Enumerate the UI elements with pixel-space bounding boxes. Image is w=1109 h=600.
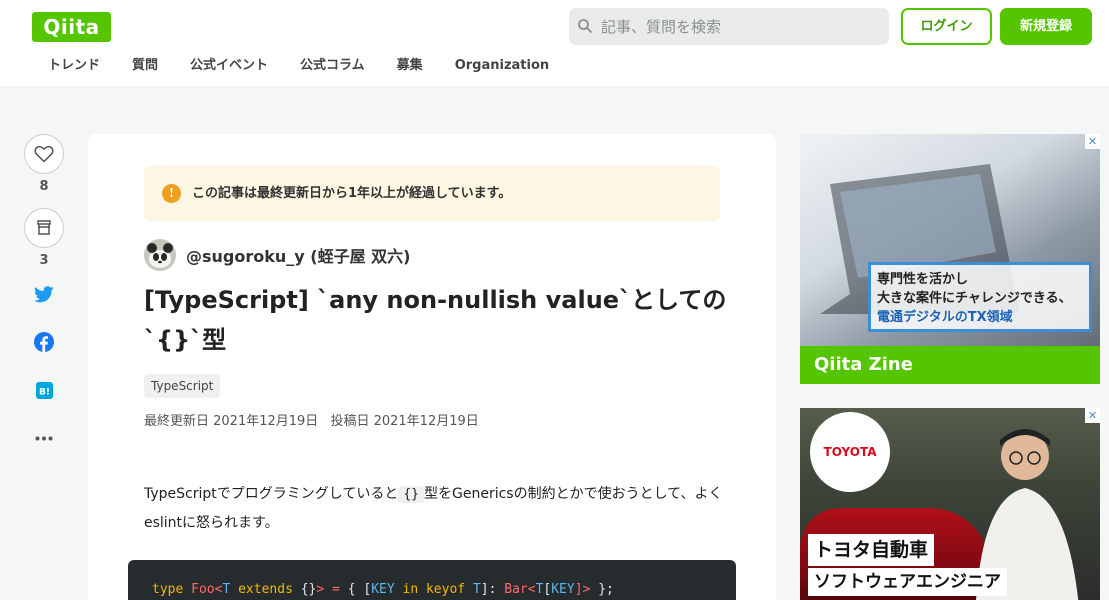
ad-banner-toyota[interactable]: TOYOTA ✕ トヨタ自動車 ソフトウェアエンジニア	[800, 408, 1100, 600]
article-dates: 最終更新日 2021年12月19日 投稿日 2021年12月19日	[144, 410, 487, 429]
signup-button[interactable]: 新規登録	[1000, 8, 1092, 45]
like-count: 8	[39, 179, 49, 194]
nav-official-columns[interactable]: 公式コラム	[284, 52, 381, 80]
code-token: KEY	[551, 582, 575, 597]
ad1-line-1: 専門性を活かし	[877, 272, 969, 287]
ad2-line-2: ソフトウェアエンジニア	[808, 568, 1007, 596]
avatar[interactable]	[144, 239, 176, 271]
toyota-logo: TOYOTA	[810, 412, 890, 492]
posted-date: 投稿日 2021年12月19日	[330, 414, 479, 429]
ad1-copy-box: 専門性を活かし 大きな案件にチャレンジできる、 電通デジタルのTX領域	[868, 262, 1092, 332]
svg-text:B!: B!	[39, 387, 50, 397]
updated-date: 最終更新日 2021年12月19日	[144, 414, 319, 429]
twitter-share[interactable]	[24, 282, 64, 306]
nav-questions[interactable]: 質問	[116, 52, 174, 80]
code-token: Foo	[191, 582, 215, 597]
search-icon	[578, 19, 592, 33]
nav-recruit[interactable]: 募集	[381, 52, 439, 80]
facebook-icon	[34, 332, 54, 352]
code-token: <	[527, 582, 536, 597]
twitter-icon	[34, 285, 54, 302]
stock-count: 3	[39, 253, 49, 268]
site-header: Qiita ログイン 新規登録 トレンド 質問 公式イベント 公式コラム 募集 …	[0, 0, 1109, 86]
code-token: {}	[300, 582, 317, 597]
main-nav: トレンド 質問 公式イベント 公式コラム 募集 Organization	[32, 52, 565, 80]
search-input[interactable]	[601, 8, 881, 45]
more-button[interactable]	[24, 426, 64, 450]
author-row[interactable]: @sugoroku_y (蛭子屋 双六)	[144, 238, 410, 272]
ad1-line-2: 大きな案件にチャレンジできる、	[877, 291, 1072, 306]
ad-close-icon[interactable]: ✕	[1085, 134, 1100, 149]
ad2-line-1: トヨタ自動車	[808, 534, 935, 566]
article-actions: 8 3 B!	[24, 134, 64, 474]
article-body-paragraph: TypeScriptでプログラミングしていると{} 型をGenericsの制約とか…	[144, 480, 734, 538]
code-token: Bar	[504, 582, 528, 597]
login-button[interactable]: ログイン	[901, 8, 992, 45]
ad-banner-dentsu[interactable]: ✕ 専門性を活かし 大きな案件にチャレンジできる、 電通デジタルのTX領域 Qi…	[800, 134, 1100, 384]
nav-trend[interactable]: トレンド	[32, 52, 116, 80]
code-token: KEY	[371, 582, 395, 597]
code-token: extends	[230, 582, 301, 597]
body-text-before: TypeScriptでプログラミングしていると	[144, 486, 399, 502]
code-block: type Foo<T extends {}> = { [KEY in keyof…	[128, 560, 736, 600]
nav-official-events[interactable]: 公式イベント	[174, 52, 284, 80]
more-icon	[35, 436, 53, 440]
qiita-zine-label: Qiita Zine	[800, 346, 1100, 384]
inline-code: {}	[398, 486, 424, 503]
author-name[interactable]: @sugoroku_y (蛭子屋 双六)	[186, 243, 410, 267]
notice-text: この記事は最終更新日から1年以上が経過しています。	[192, 186, 512, 201]
article-card: ! この記事は最終更新日から1年以上が経過しています。 @sugoroku_y …	[88, 134, 776, 600]
like-button[interactable]	[24, 134, 64, 174]
search-box[interactable]	[569, 8, 889, 45]
code-token: type	[152, 582, 192, 597]
article-title: [TypeScript] `any non-nullish value`としての…	[144, 286, 727, 354]
stock-button[interactable]	[24, 208, 64, 248]
code-token: ]>	[574, 582, 599, 597]
code-line: type Foo<T extends {}> = { [KEY in keyof…	[152, 582, 614, 597]
ad1-line-3: 電通デジタルのTX領域	[877, 310, 1013, 325]
nav-organization[interactable]: Organization	[439, 52, 565, 80]
ad2-close-icon[interactable]: ✕	[1085, 408, 1100, 423]
tag-typescript[interactable]: TypeScript	[144, 374, 221, 398]
code-token: { [	[347, 582, 372, 597]
code-token: > =	[316, 582, 348, 597]
panda-avatar-icon	[144, 239, 176, 271]
hatena-share[interactable]: B!	[24, 378, 64, 402]
hatena-bookmark-icon: B!	[35, 381, 53, 399]
code-token: };	[598, 582, 614, 597]
stale-article-notice: ! この記事は最終更新日から1年以上が経過しています。	[144, 166, 720, 221]
heart-icon	[34, 145, 54, 163]
qiita-logo[interactable]: Qiita	[32, 12, 111, 42]
code-token: ]:	[480, 582, 505, 597]
code-token: in keyof	[394, 582, 473, 597]
info-icon: !	[162, 184, 181, 203]
facebook-share[interactable]	[24, 330, 64, 354]
code-token: T	[472, 582, 481, 597]
stock-icon	[37, 220, 51, 235]
